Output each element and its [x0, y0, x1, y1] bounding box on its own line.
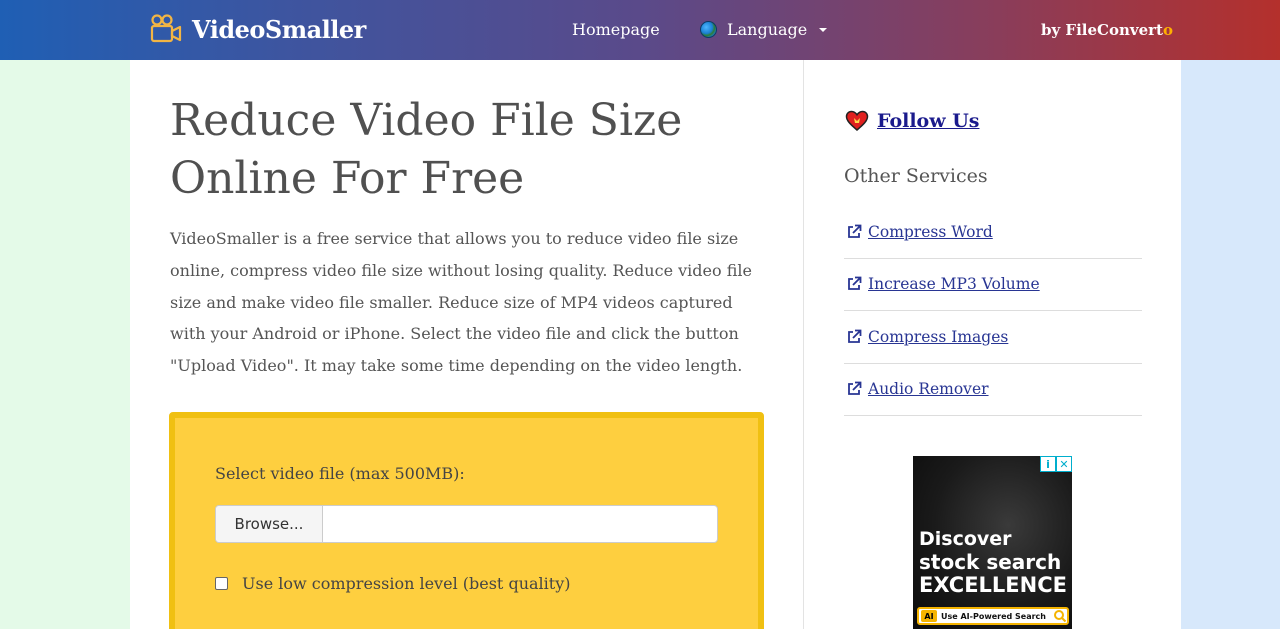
service-link-increase-mp3-volume[interactable]: Increase MP3 Volume	[868, 275, 1040, 293]
ad-ai-badge: AI	[921, 610, 937, 622]
left-background	[0, 60, 130, 629]
external-link-icon	[848, 276, 862, 291]
top-navbar: VideoSmaller Homepage Language by FileCo…	[0, 0, 1280, 60]
search-icon	[1054, 610, 1067, 623]
external-link-icon	[848, 381, 862, 396]
by-text: by FileConvert	[1041, 21, 1163, 39]
chevron-down-icon	[819, 27, 828, 32]
title-line-1: Reduce Video File Size	[170, 95, 683, 146]
ad-info-icon[interactable]: i	[1040, 456, 1056, 472]
browse-button[interactable]: Browse...	[216, 506, 323, 542]
services-list: Compress Word Increase MP3 Volume Compre…	[844, 206, 1142, 416]
low-compression-checkbox[interactable]	[215, 577, 228, 590]
ad-line-1: Discover	[919, 528, 1012, 550]
language-dropdown[interactable]: Language	[700, 20, 828, 39]
low-compression-option: Use low compression level (best quality)	[215, 574, 570, 593]
globe-icon	[700, 21, 717, 38]
service-compress-word[interactable]: Compress Word	[844, 206, 1142, 259]
service-link-audio-remover[interactable]: Audio Remover	[868, 380, 989, 398]
title-line-2: Online For Free	[170, 153, 525, 204]
fileconverto-link[interactable]: by FileConverto	[1041, 21, 1173, 39]
file-name-field[interactable]	[323, 506, 717, 542]
low-compression-label[interactable]: Use low compression level (best quality)	[242, 574, 570, 593]
service-audio-remover[interactable]: Audio Remover	[844, 364, 1142, 416]
ad-badges: i ✕	[1040, 456, 1072, 472]
service-link-compress-word[interactable]: Compress Word	[868, 223, 993, 241]
camera-icon	[150, 14, 182, 43]
ad-close-icon[interactable]: ✕	[1056, 456, 1072, 472]
external-link-icon	[848, 224, 862, 238]
external-link-icon	[848, 329, 862, 343]
description: VideoSmaller is a free service that allo…	[170, 229, 752, 376]
right-background	[1181, 60, 1280, 629]
follow-us[interactable]: Follow Us	[845, 109, 979, 133]
upload-form: Select video file (max 500MB): Browse...…	[169, 412, 764, 629]
ad-search-bar[interactable]: AI Use AI-Powered Search	[917, 607, 1069, 625]
other-services-heading: Other Services	[844, 165, 988, 187]
language-label: Language	[727, 20, 808, 39]
ad-line-2: stock search	[919, 550, 1062, 574]
nav-homepage-link[interactable]: Homepage	[572, 20, 660, 39]
service-compress-images[interactable]: Compress Images	[844, 311, 1142, 364]
select-file-label: Select video file (max 500MB):	[215, 464, 465, 483]
ad-search-text: Use AI-Powered Search	[941, 611, 1046, 621]
ad-headline: Discover stock search EXCELLENCE	[919, 528, 1067, 597]
heart-icon	[845, 110, 869, 131]
logo[interactable]: VideoSmaller	[150, 13, 366, 45]
service-link-compress-images[interactable]: Compress Images	[868, 328, 1008, 346]
page-title: Reduce Video File Size Online For Free	[170, 92, 770, 208]
by-text-accent: o	[1162, 21, 1173, 39]
service-increase-mp3-volume[interactable]: Increase MP3 Volume	[844, 259, 1142, 311]
logo-text: VideoSmaller	[192, 14, 366, 44]
follow-us-link[interactable]: Follow Us	[877, 110, 979, 132]
advertisement[interactable]: i ✕ Discover stock search EXCELLENCE AI …	[913, 456, 1072, 629]
file-input[interactable]: Browse...	[215, 505, 718, 543]
ad-line-3: EXCELLENCE	[919, 573, 1067, 597]
column-divider	[803, 60, 804, 629]
